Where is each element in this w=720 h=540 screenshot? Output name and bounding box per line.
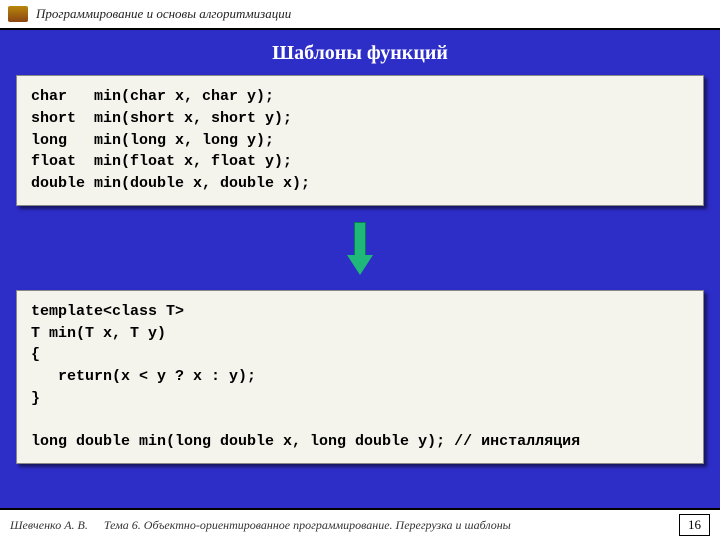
header: Программирование и основы алгоритмизации <box>0 0 720 30</box>
arrow-down-icon <box>349 222 371 276</box>
header-title: Программирование и основы алгоритмизации <box>36 6 291 22</box>
footer-left: Шевченко А. В. Тема 6. Объектно-ориентир… <box>10 518 511 533</box>
footer-topic: Тема 6. Объектно-ориентированное програм… <box>104 518 511 533</box>
code-block-template: template<class T> T min(T x, T y) { retu… <box>16 290 704 464</box>
arrow-down-container <box>16 222 704 276</box>
code-block-overloads: char min(char x, char y); short min(shor… <box>16 75 704 206</box>
slide-body: Шаблоны функций char min(char x, char y)… <box>0 30 720 508</box>
page-number: 16 <box>679 514 710 536</box>
footer-author: Шевченко А. В. <box>10 518 88 533</box>
slide-title: Шаблоны функций <box>16 42 704 65</box>
book-icon <box>8 6 28 22</box>
footer: Шевченко А. В. Тема 6. Объектно-ориентир… <box>0 508 720 540</box>
